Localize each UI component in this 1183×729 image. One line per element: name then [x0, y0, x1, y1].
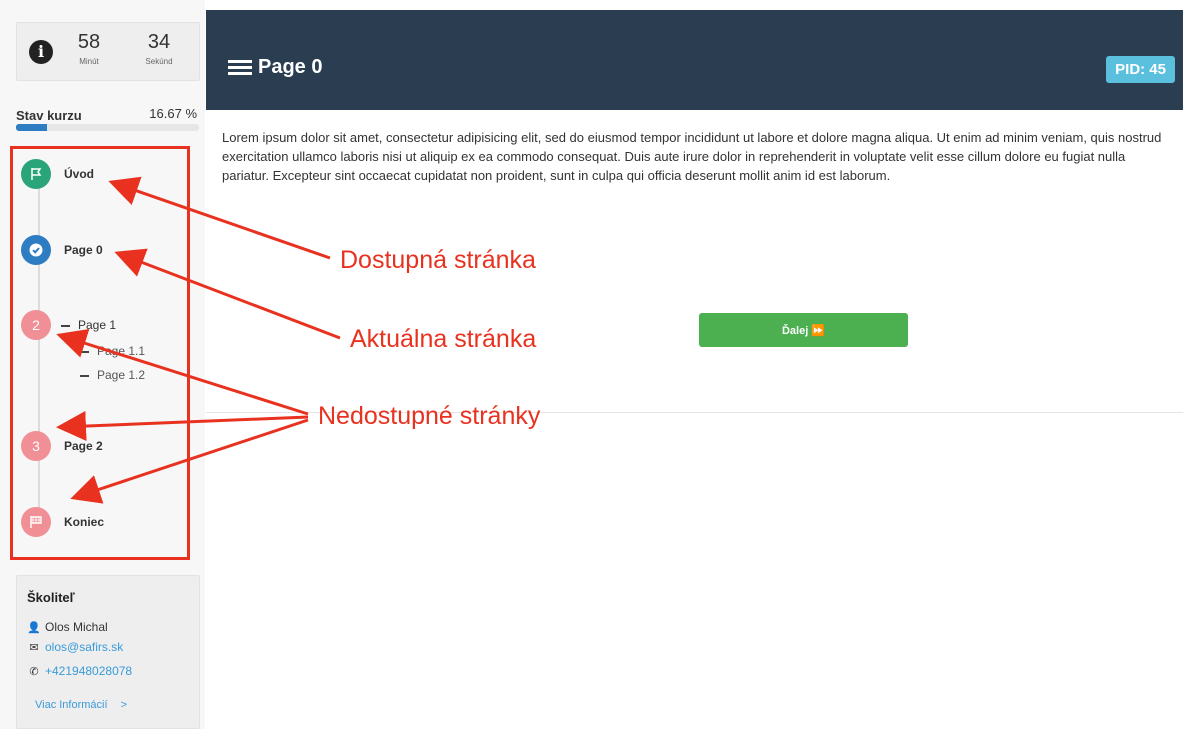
- trainer-card: Školiteľ 👤 Olos Michal ✉ olos@safirs.sk …: [16, 575, 200, 729]
- trainer-phone-link[interactable]: +421948028078: [45, 664, 132, 678]
- trainer-name-row: 👤 Olos Michal: [27, 620, 108, 634]
- next-button[interactable]: Ďalej ⏩: [699, 313, 908, 347]
- nav-item-page-2: 3 Page 2: [21, 431, 103, 461]
- trainer-name: Olos Michal: [45, 620, 108, 634]
- step-badge: 2: [21, 310, 51, 340]
- dash-icon: [80, 350, 89, 353]
- minutes-value: 58: [77, 31, 101, 53]
- trainer-email-row[interactable]: ✉ olos@safirs.sk: [27, 640, 123, 654]
- nav-subitem-page-1-2: Page 1.2: [80, 368, 145, 382]
- nav-item-label: Page 0: [64, 243, 103, 257]
- list-icon: [228, 59, 252, 75]
- envelope-icon: ✉: [29, 641, 39, 654]
- progress-fill: [16, 124, 47, 131]
- user-icon: 👤: [27, 621, 41, 634]
- progress-value: 16.67 %: [149, 106, 197, 121]
- dash-icon: [61, 324, 70, 327]
- more-info-link[interactable]: Viac Informácií >: [35, 699, 127, 711]
- nav-item-koniec: Koniec: [21, 507, 104, 537]
- nav-item-label: Koniec: [64, 515, 105, 529]
- nav-subitem-label: Page 1.2: [97, 368, 146, 382]
- chevron-right-icon: >: [120, 699, 128, 711]
- nav-subitem-label: Page 1.1: [97, 344, 146, 358]
- more-info-label: Viac Informácií: [35, 699, 108, 711]
- dash-icon: [80, 374, 89, 377]
- course-page: i 58 Minút 34 Sekúnd Stav kurzu 16.67 % …: [0, 0, 1183, 729]
- nav-item-uvod[interactable]: Úvod: [21, 159, 94, 189]
- step-badge: 3: [21, 431, 51, 461]
- nav-subitem-page-1-1: Page 1.1: [80, 344, 145, 358]
- annotation-unavailable: Nedostupné stránky: [318, 402, 541, 430]
- content-text: Lorem ipsum dolor sit amet, consectetur …: [222, 130, 1162, 183]
- flag-icon: [21, 159, 51, 189]
- pid-badge: PID: 45: [1106, 56, 1175, 83]
- nav-item-page-0[interactable]: Page 0: [21, 235, 103, 265]
- annotation-available: Dostupná stránka: [340, 246, 536, 274]
- progress-label: Stav kurzu: [16, 108, 82, 123]
- check-circle-icon: [21, 235, 51, 265]
- progress-bar: [16, 124, 199, 131]
- finish-flag-icon: [21, 507, 51, 537]
- page-navigation: Úvod Page 0 2 Page 1 Page 1.1 Page 1.2 3: [10, 146, 190, 560]
- trainer-phone-row[interactable]: ✆ +421948028078: [27, 664, 132, 678]
- timer-minutes: 58 Minút: [71, 31, 107, 66]
- phone-icon: ✆: [29, 665, 39, 678]
- page-title-text: Page 0: [258, 56, 323, 78]
- nav-item-text: Page 1: [78, 318, 117, 332]
- page-title: Page 0: [228, 56, 322, 79]
- timeline-line: [38, 175, 40, 521]
- info-icon: i: [29, 40, 53, 64]
- sidebar: i 58 Minút 34 Sekúnd Stav kurzu 16.67 % …: [0, 0, 205, 729]
- nav-item-label: Úvod: [64, 167, 94, 181]
- annotation-current: Aktuálna stránka: [350, 325, 537, 353]
- timer-seconds: 34 Sekúnd: [133, 31, 185, 66]
- nav-item-label: Page 2: [64, 439, 103, 453]
- page-header: Page 0 PID: 45: [206, 10, 1183, 110]
- nav-item-label: Page 1: [61, 318, 116, 332]
- trainer-title: Školiteľ: [27, 590, 75, 605]
- seconds-value: 34: [147, 31, 171, 53]
- trainer-email-link[interactable]: olos@safirs.sk: [45, 640, 123, 654]
- nav-item-page-1: 2 Page 1: [21, 310, 116, 340]
- timer-card: i 58 Minút 34 Sekúnd: [16, 22, 200, 81]
- seconds-label: Sekúnd: [145, 57, 173, 66]
- minutes-label: Minút: [79, 57, 99, 66]
